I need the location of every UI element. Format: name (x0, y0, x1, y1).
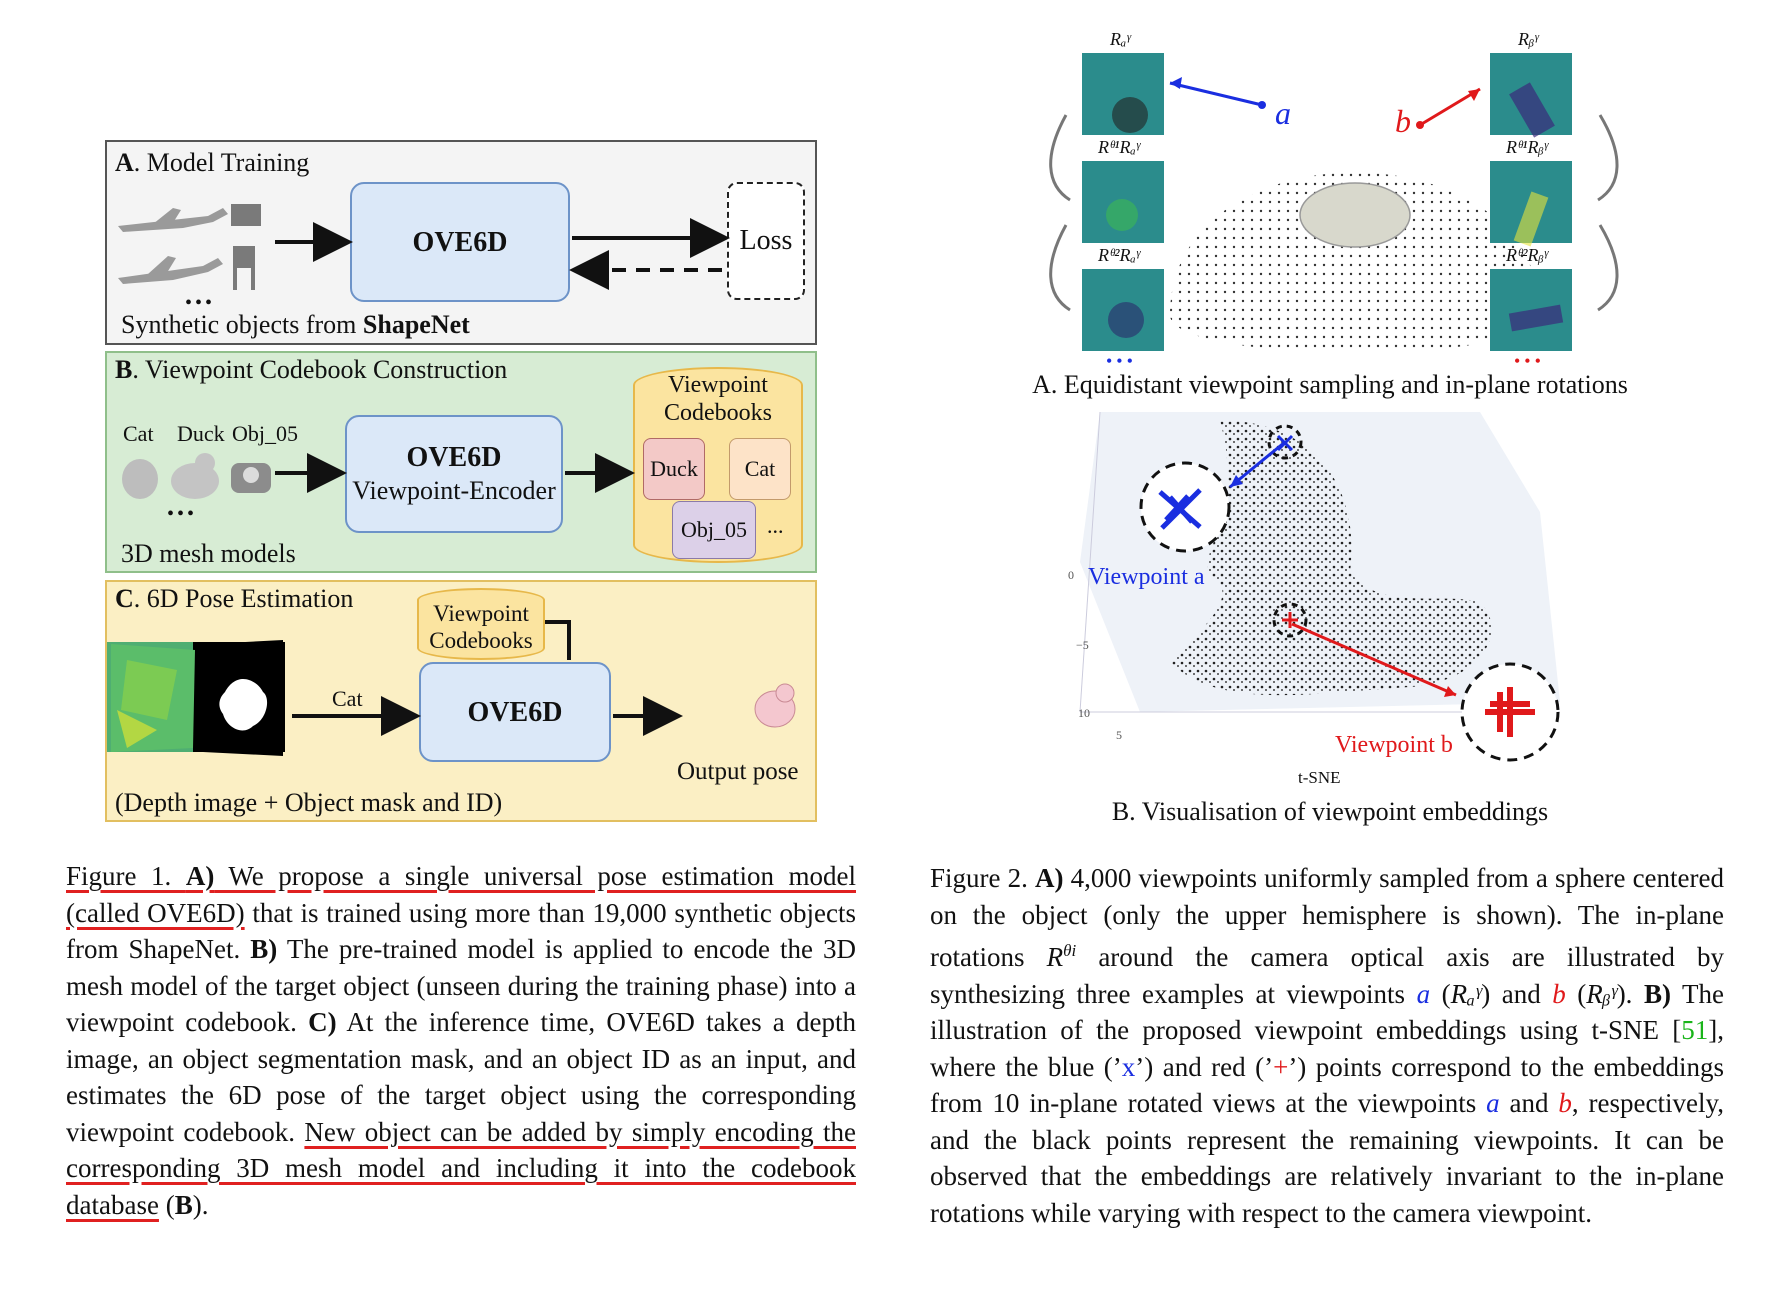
viewpoint-b-label: Viewpoint b (1335, 732, 1453, 758)
fig2-panel-b: 0 −5 10 5 Viewpoint a Viewpoint b t-SNE (1060, 412, 1660, 792)
output-pose-mesh (754, 683, 796, 728)
panel-b-footer: 3D mesh models (121, 539, 296, 568)
fig1-panel-b: B. Viewpoint Codebook Construction Cat D… (105, 351, 817, 573)
fig2-panel-a-title: A. Equidistant viewpoint sampling and in… (1032, 370, 1628, 399)
tsne-tick-neg5: −5 (1076, 638, 1089, 652)
figure1-caption: Figure 1. A) We propose a single univers… (66, 861, 857, 1220)
tsne-tick-10: 10 (1078, 706, 1090, 720)
figure2-caption: Figure 2. A) 4,000 viewpoints uniformly … (930, 863, 1724, 1228)
output-pose-label: Output pose (677, 758, 799, 785)
fig1-panel-c: C. 6D Pose Estimation Viewpoint Codebook… (105, 580, 817, 822)
fig2-panel-b-title: B. Visualisation of viewpoint embeddings (1111, 797, 1549, 826)
tsne-tick-5: 5 (1116, 728, 1122, 742)
more-dots-a: ••• (1106, 351, 1137, 371)
fig2-panel-a: Rₐᵞ Rᶿ¹Rₐᵞ Rᶿ²Rₐᵞ Rᵦᵞ Rᶿ¹Rᵦᵞ Rᶿ²Rᵦᵞ a b … (1040, 25, 1680, 405)
point-b-label: b (1395, 103, 1411, 139)
point-a-label: a (1275, 95, 1291, 131)
tsne-axis-label: t-SNE (1298, 768, 1341, 787)
fig1-panel-a: A. Model Training ••• OVE6D Loss Synthet… (105, 140, 817, 345)
viewpoint-a-label: Viewpoint a (1088, 564, 1205, 590)
sphere-annotations (1049, 77, 1619, 338)
panel-a-source: Synthetic objects from ShapeNet (121, 310, 470, 339)
more-dots-b: ••• (1514, 351, 1545, 371)
panel-c-footer: (Depth image + Object mask and ID) (115, 788, 503, 817)
tsne-tick-0: 0 (1068, 568, 1074, 582)
